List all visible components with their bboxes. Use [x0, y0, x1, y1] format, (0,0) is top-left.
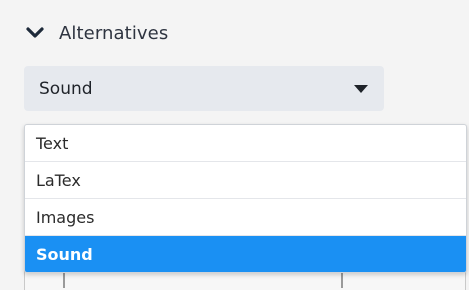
option-text[interactable]: Text: [25, 125, 466, 162]
alternatives-select[interactable]: Sound: [24, 66, 384, 111]
caret-down-icon: [354, 84, 368, 93]
option-images[interactable]: Images: [25, 199, 466, 236]
section-title: Alternatives: [59, 22, 169, 44]
option-latex[interactable]: LaTex: [25, 162, 466, 199]
select-value: Sound: [39, 78, 93, 99]
chevron-down-icon[interactable]: [25, 23, 45, 43]
alternatives-dropdown-list: Text LaTex Images Sound: [24, 124, 467, 273]
option-sound[interactable]: Sound: [25, 236, 466, 272]
alternatives-section-header[interactable]: Alternatives: [25, 20, 168, 46]
